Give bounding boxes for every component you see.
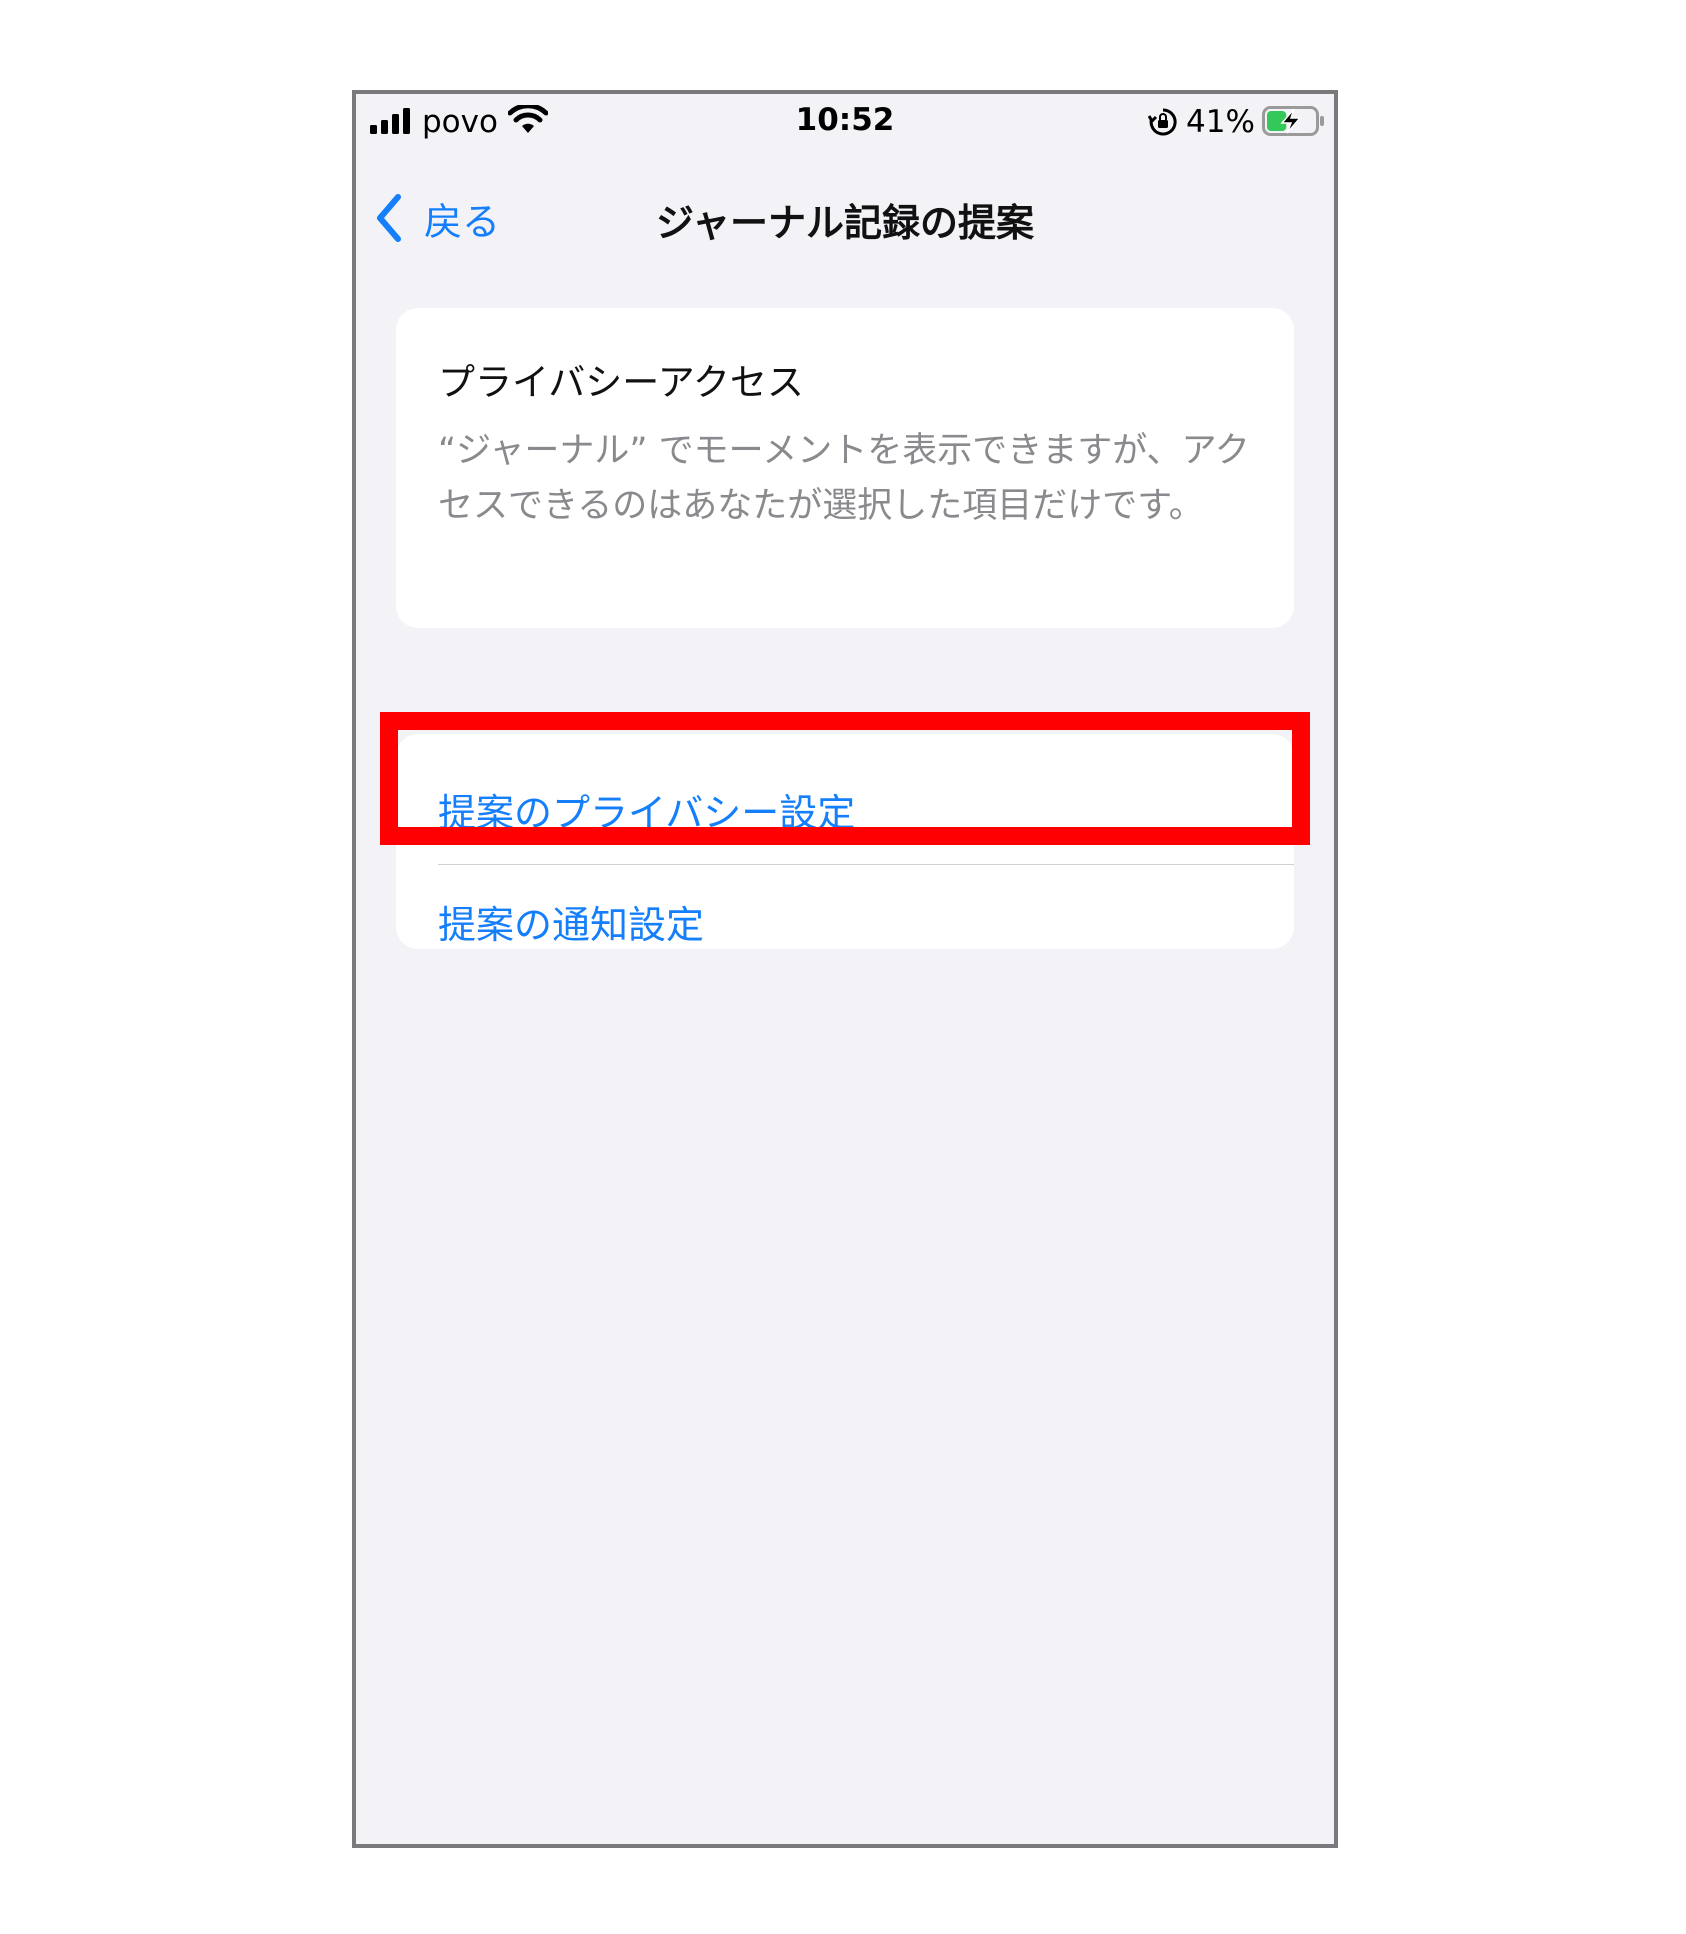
suggestion-settings-card: 提案のプライバシー設定 提案の通知設定	[396, 734, 1294, 949]
phone-screen: povo 10:52 41% 戻る ジャーナル記録の提案 プライバシーアクセス …	[352, 90, 1338, 1848]
page-title: ジャーナル記録の提案	[655, 201, 1035, 245]
privacy-access-title: プライバシーアクセス	[438, 361, 804, 404]
status-bar: povo 10:52 41%	[356, 94, 1334, 154]
battery-percent: 41%	[1186, 104, 1255, 140]
suggestion-notification-settings-link[interactable]: 提案の通知設定	[438, 894, 704, 949]
navigation-bar: 戻る ジャーナル記録の提案	[356, 172, 1334, 262]
privacy-access-card: プライバシーアクセス “ジャーナル” でモーメントを表示できますが、アクセスでき…	[396, 308, 1294, 628]
orientation-lock-icon	[1148, 108, 1177, 136]
privacy-access-description: “ジャーナル” でモーメントを表示できますが、アクセスできるのはあなたが選択した…	[438, 431, 1250, 526]
suggestion-privacy-settings-link[interactable]: 提案のプライバシー設定	[438, 782, 855, 837]
divider	[438, 864, 1294, 865]
battery-charging-icon	[1262, 106, 1324, 136]
